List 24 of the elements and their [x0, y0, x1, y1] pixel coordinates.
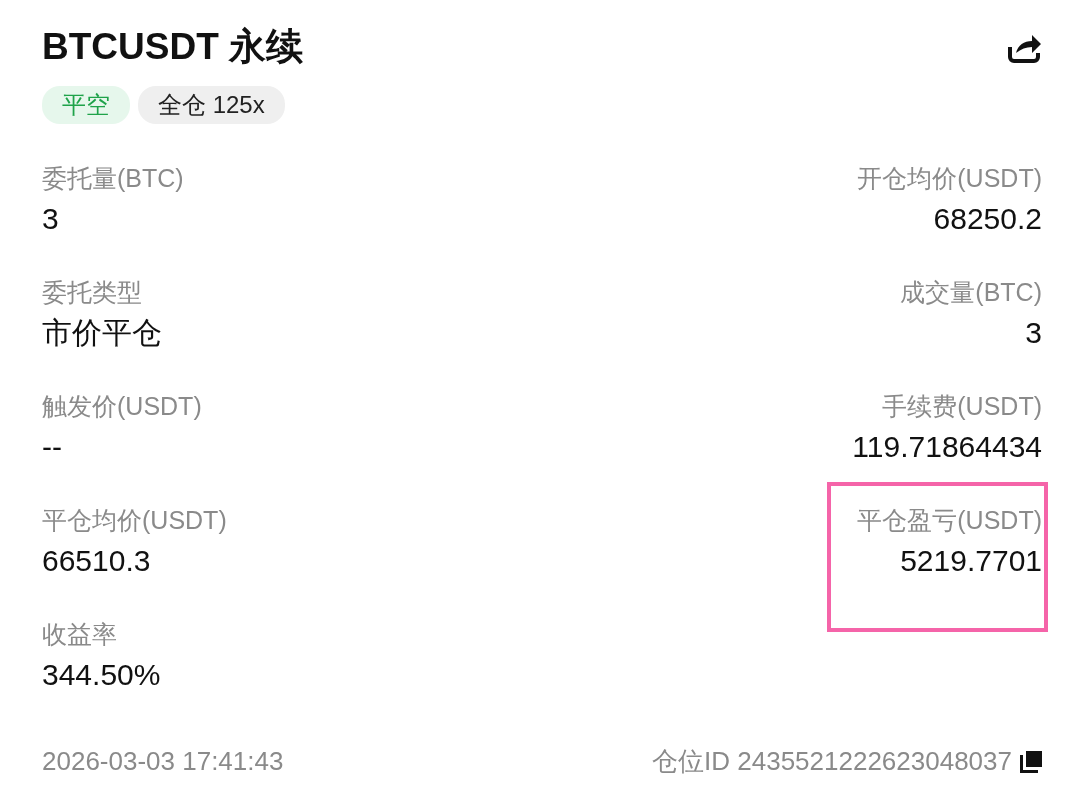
page-title: BTCUSDT 永续	[42, 25, 304, 69]
field-label: 委托量(BTC)	[42, 163, 184, 194]
field-value: 66510.3	[42, 543, 151, 579]
field-value: 3	[1025, 315, 1042, 351]
field-label: 成交量(BTC)	[900, 277, 1042, 308]
field-value: 119.71864434	[852, 429, 1042, 465]
field-label: 触发价(USDT)	[42, 391, 202, 422]
field-label: 手续费(USDT)	[882, 391, 1042, 422]
field-value: 68250.2	[933, 201, 1042, 237]
field-value: 344.50%	[42, 657, 161, 693]
field-label: 平仓均价(USDT)	[42, 505, 227, 536]
side-tag: 平空	[42, 86, 130, 124]
field-value: 5219.7701	[900, 543, 1042, 579]
field-value: --	[42, 429, 62, 465]
field-label: 开仓均价(USDT)	[857, 163, 1042, 194]
copy-icon[interactable]	[1020, 750, 1042, 773]
field-value: 市价平仓	[42, 315, 162, 351]
margin-tag: 全仓 125x	[138, 86, 285, 124]
field-label: 平仓盈亏(USDT)	[857, 505, 1042, 536]
field-label: 收益率	[42, 619, 117, 650]
field-value: 3	[42, 201, 59, 237]
timestamp: 2026-03-03 17:41:43	[42, 746, 284, 777]
field-label: 委托类型	[42, 277, 142, 308]
position-id: 仓位ID 2435521222623048037	[652, 745, 1012, 778]
